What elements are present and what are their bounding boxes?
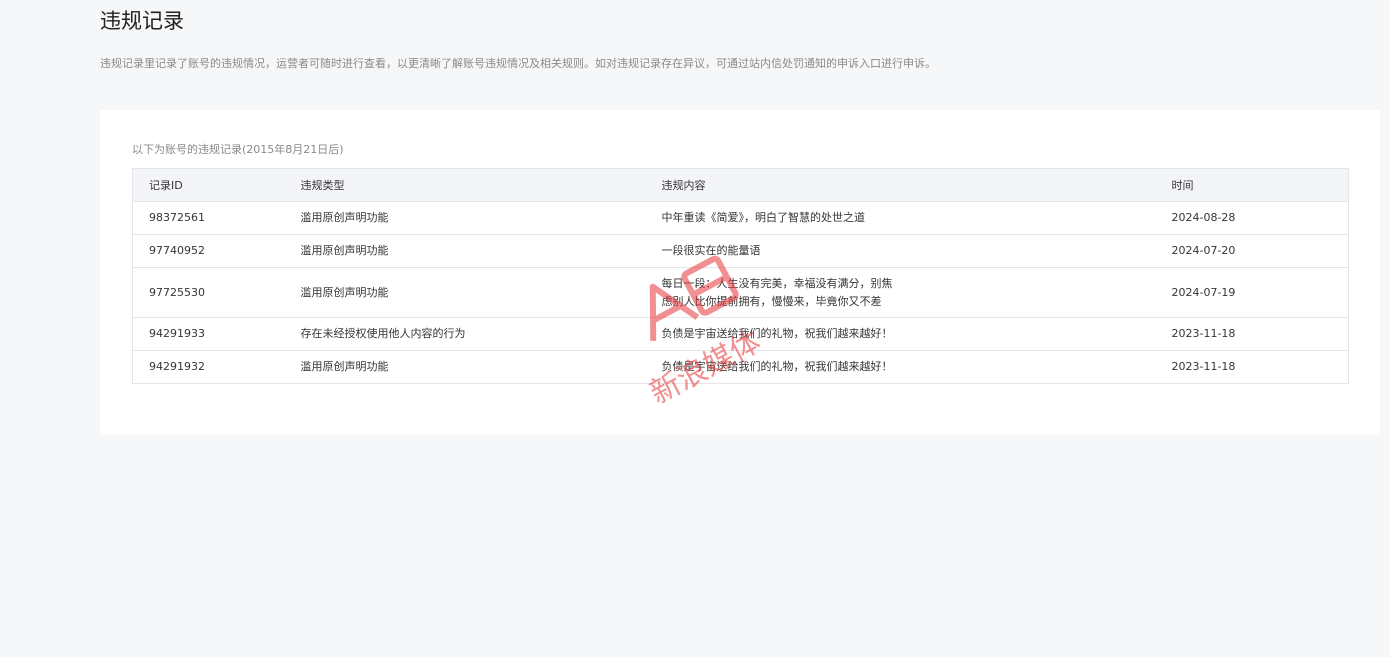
record-id: 94291933	[132, 317, 285, 351]
column-header-time: 时间	[1155, 168, 1349, 202]
violation-type: 滥用原创声明功能	[284, 267, 646, 318]
table-row: 98372561 滥用原创声明功能 中年重读《简爱》，明白了智慧的处世之道 20…	[132, 201, 1349, 235]
violation-content: 负债是宇宙送给我们的礼物，祝我们越来越好！	[645, 317, 1156, 351]
page-description: 违规记录里记录了账号的违规情况，运营者可随时进行查看，以更清晰了解账号违规情况及…	[100, 57, 936, 70]
page-title: 违规记录	[100, 9, 184, 33]
violation-type: 存在未经授权使用他人内容的行为	[284, 317, 646, 351]
table-row: 94291933 存在未经授权使用他人内容的行为 负债是宇宙送给我们的礼物，祝我…	[132, 317, 1349, 351]
column-header-id: 记录ID	[132, 168, 285, 202]
violation-type: 滥用原创声明功能	[300, 360, 389, 373]
violation-content: 中年重读《简爱》，明白了智慧的处世之道	[645, 201, 1156, 235]
records-caption: 以下为账号的违规记录(2015年8月21日后)	[132, 143, 344, 156]
violation-content: 每日一段：人生没有完美，幸福没有满分，别焦 虑别人比你提前拥有，慢慢来，毕竟你又…	[645, 267, 1156, 318]
violation-time: 2023-11-18	[1171, 360, 1236, 373]
column-header-type: 违规类型	[284, 168, 646, 202]
table-row: 97740952 滥用原创声明功能 一段很实在的能量语 2024-07-20	[132, 234, 1349, 268]
violation-time: 2024-07-20	[1155, 234, 1349, 268]
records-panel: 以下为账号的违规记录(2015年8月21日后) 记录ID 违规类型 违规内容 时…	[100, 110, 1380, 435]
column-header-content: 违规内容	[645, 168, 1156, 202]
violation-time: 2024-07-19	[1155, 267, 1349, 318]
violation-records-table: 记录ID 违规类型 违规内容 时间 98372561 滥用原创声明功能 中年重读…	[132, 168, 1349, 384]
violation-type: 滥用原创声明功能	[284, 201, 646, 235]
violation-content: 负债是宇宙送给我们的礼物，祝我们越来越好！	[661, 360, 893, 373]
table-row: 97725530 滥用原创声明功能 每日一段：人生没有完美，幸福没有满分，别焦 …	[132, 267, 1349, 318]
violation-type: 滥用原创声明功能	[284, 234, 646, 268]
violation-content: 一段很实在的能量语	[645, 234, 1156, 268]
record-id: 97725530	[132, 267, 285, 318]
table-row: 94291932 滥用原创声明功能 负债是宇宙送给我们的礼物，祝我们越来越好！ …	[133, 351, 1349, 384]
table-header-row: 记录ID 违规类型 违规内容 时间	[132, 168, 1349, 202]
record-id: 97740952	[132, 234, 285, 268]
violation-time: 2023-11-18	[1155, 317, 1349, 351]
record-id: 94291932	[149, 360, 205, 373]
violation-time: 2024-08-28	[1155, 201, 1349, 235]
record-id: 98372561	[132, 201, 285, 235]
